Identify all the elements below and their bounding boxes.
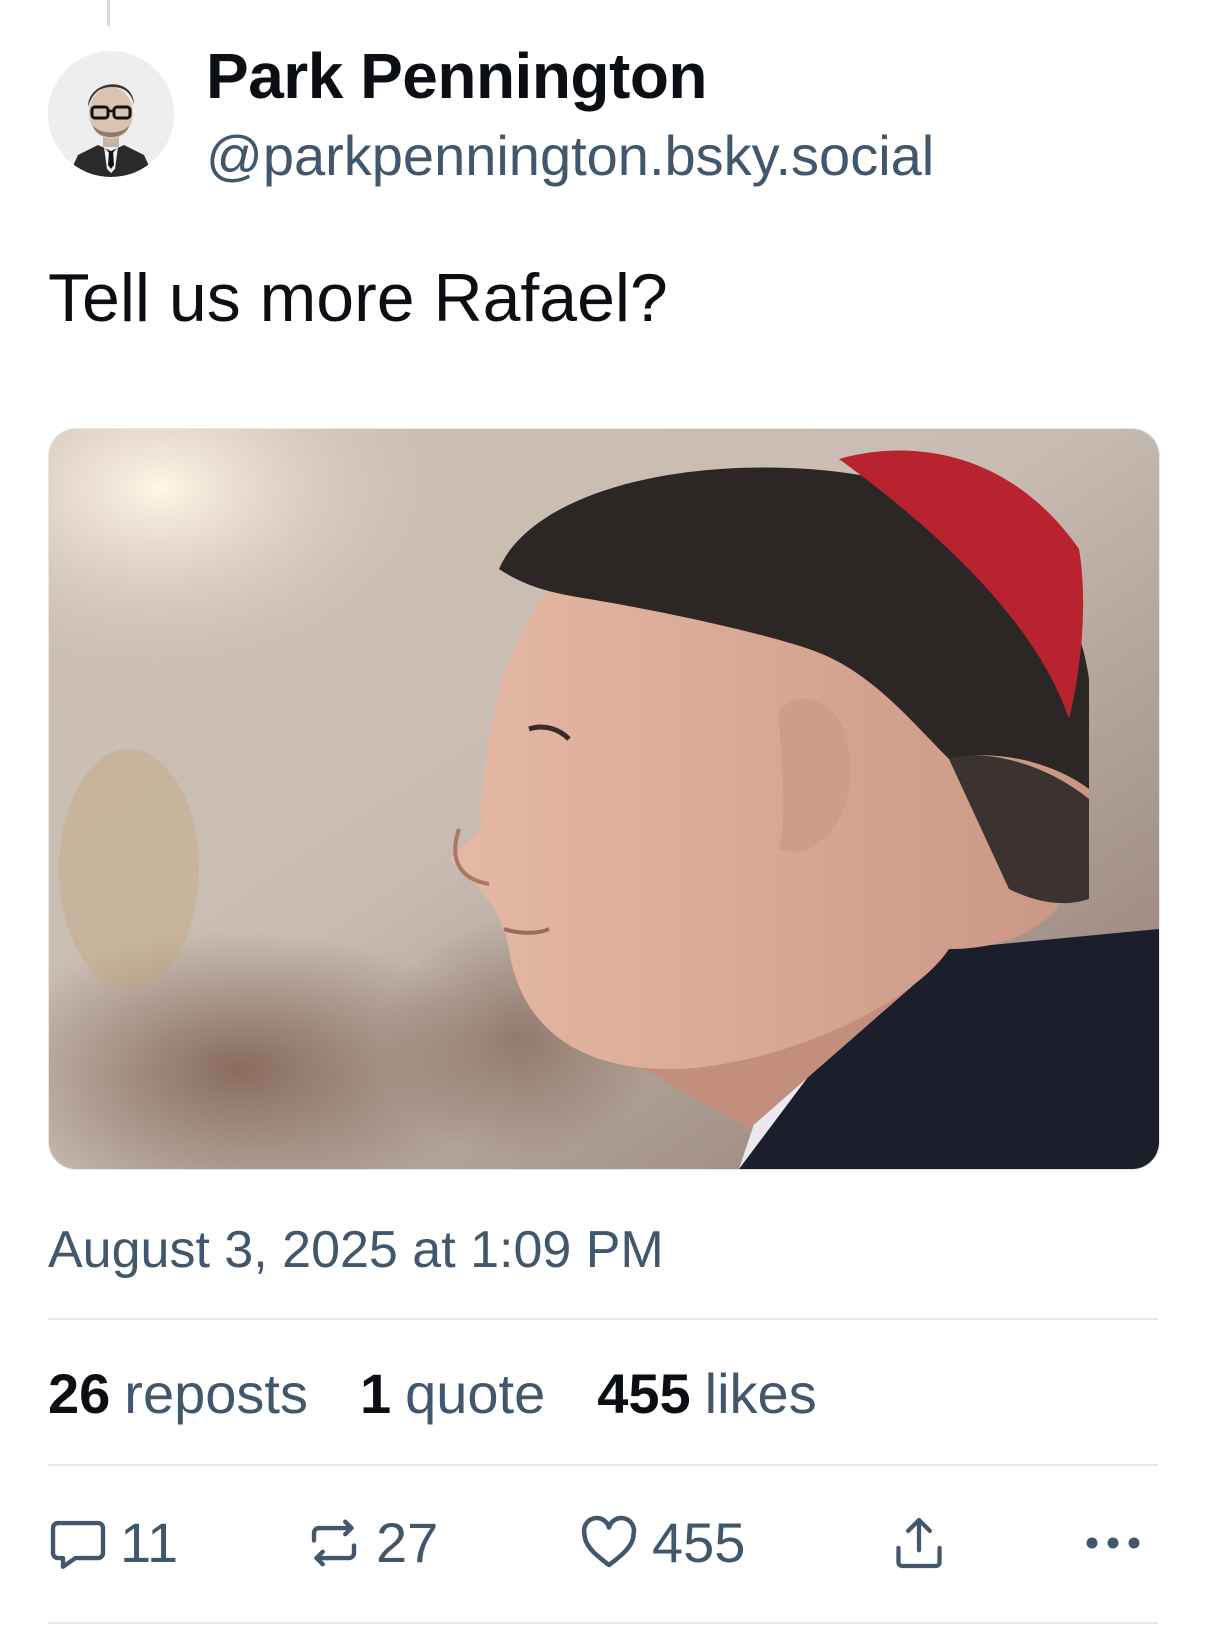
- like-count: 455: [652, 1511, 746, 1574]
- post-image-photo: [49, 429, 1159, 1169]
- more-options-button[interactable]: [1078, 1508, 1148, 1578]
- post-timestamp[interactable]: August 3, 2025 at 1:09 PM: [48, 1218, 664, 1282]
- heart-icon: [581, 1515, 637, 1568]
- repost-button[interactable]: 27: [304, 1508, 438, 1578]
- share-upload-icon: [896, 1517, 942, 1569]
- like-button[interactable]: 455: [578, 1508, 745, 1578]
- likes-stat[interactable]: 455 likes: [597, 1358, 816, 1430]
- author-handle[interactable]: @parkpennington.bsky.social: [206, 124, 934, 188]
- reposts-stat[interactable]: 26 reposts: [48, 1358, 308, 1430]
- repost-arrows-icon: [311, 1519, 357, 1567]
- repost-count: 27: [376, 1511, 439, 1574]
- avatar[interactable]: [48, 51, 174, 177]
- post-actions: 11 27 455: [48, 1508, 1158, 1578]
- reply-button[interactable]: 11: [48, 1508, 178, 1578]
- likes-count: 455: [597, 1362, 691, 1425]
- post-image[interactable]: [48, 428, 1160, 1170]
- divider: [48, 1318, 1158, 1320]
- author-names: Park Pennington @parkpennington.bsky.soc…: [206, 40, 934, 188]
- quotes-count: 1: [359, 1362, 392, 1425]
- reply-count: 11: [120, 1511, 179, 1574]
- author-display-name[interactable]: Park Pennington: [206, 40, 934, 112]
- engagement-stats: 26 reposts 1 quote 455 likes: [48, 1358, 869, 1430]
- post-author: Park Pennington @parkpennington.bsky.soc…: [48, 40, 934, 188]
- post-detail: Park Pennington @parkpennington.bsky.soc…: [0, 0, 1206, 1626]
- reposts-label: reposts: [124, 1362, 308, 1425]
- reposts-count: 26: [48, 1362, 111, 1425]
- share-button[interactable]: [890, 1508, 948, 1578]
- ellipsis-icon: [1086, 1537, 1140, 1549]
- avatar-photo: [48, 51, 174, 177]
- likes-label: likes: [704, 1362, 817, 1425]
- divider: [48, 1622, 1158, 1624]
- divider: [48, 1464, 1158, 1466]
- quotes-label: quote: [405, 1362, 546, 1425]
- speech-bubble-icon: [50, 1520, 106, 1569]
- quotes-stat[interactable]: 1 quote: [360, 1358, 545, 1430]
- post-text: Tell us more Rafael?: [48, 260, 668, 336]
